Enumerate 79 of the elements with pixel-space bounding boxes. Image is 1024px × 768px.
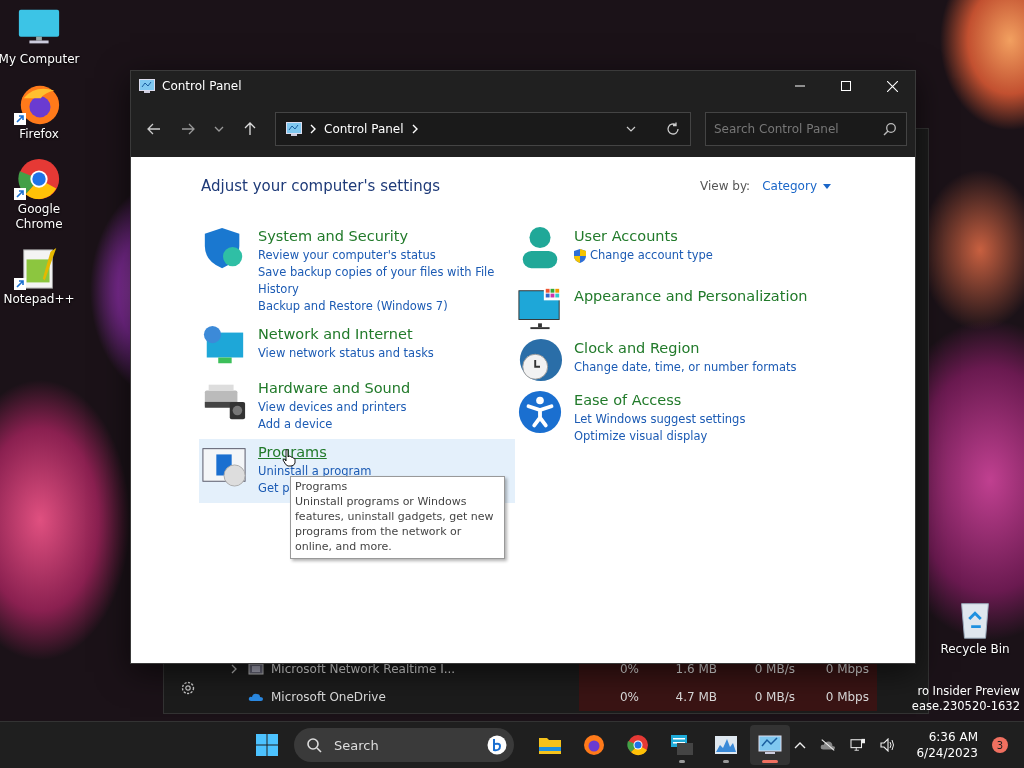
accessibility-figure-icon[interactable]	[517, 389, 563, 435]
task-link[interactable]: Backup and Restore (Windows 7)	[258, 298, 448, 315]
category-link[interactable]: Programs	[258, 441, 372, 463]
task-link[interactable]: Let Windows suggest settings	[574, 411, 746, 428]
breadcrumb-item[interactable]: Control Panel	[324, 122, 404, 136]
category-link[interactable]: Network and Internet	[258, 323, 434, 345]
memory-cell: 4.7 MB	[647, 683, 725, 711]
page-heading: Adjust your computer's settings	[201, 177, 441, 195]
process-name: Microsoft Network Realtime I...	[271, 662, 457, 676]
keyboard-window-icon	[670, 733, 694, 757]
date-text: 6/24/2023	[916, 745, 978, 761]
category-link[interactable]: User Accounts	[574, 225, 713, 247]
chart-window-icon	[714, 733, 738, 757]
search-field[interactable]: Search Control Panel	[705, 112, 907, 146]
network-cell: 0 Mbps	[803, 683, 877, 711]
forward-arrow-icon	[181, 122, 195, 136]
monitor-palette-icon[interactable]	[517, 285, 563, 331]
view-by-label: View by:	[700, 179, 751, 193]
desktop-icon-label[interactable]: Google Chrome	[0, 202, 78, 232]
up-arrow-icon	[243, 122, 257, 136]
control-panel-icon	[286, 122, 302, 136]
tooltip-title: Programs	[295, 479, 349, 494]
time-text: 6:36 AM	[928, 729, 978, 745]
task-link[interactable]: Get p	[258, 480, 290, 497]
view-by-dropdown[interactable]: Category	[762, 179, 831, 193]
control-panel-icon	[758, 733, 782, 757]
desktop-icon-label[interactable]: Firefox	[0, 127, 78, 142]
category-link[interactable]: Hardware and Sound	[258, 377, 411, 399]
maximize-icon	[841, 81, 851, 91]
taskbar-search-field[interactable]: Search	[294, 728, 514, 762]
task-link[interactable]: Add a device	[258, 416, 333, 433]
cpu-cell: 0%	[579, 683, 647, 711]
active-taskbar-app[interactable]	[750, 725, 790, 765]
task-link[interactable]: View devices and printers	[258, 399, 407, 416]
browser-fox-icon	[582, 733, 606, 757]
disk-cell: 0 MB/s	[725, 683, 803, 711]
task-link[interactable]: Review your computer's status	[258, 247, 436, 264]
clock-button[interactable]: 6:36 AM 6/24/2023	[916, 729, 978, 761]
task-link[interactable]: View network status and tasks	[258, 345, 434, 362]
search-icon	[306, 737, 322, 753]
close-icon	[886, 80, 898, 92]
category-link[interactable]: System and Security	[258, 225, 515, 247]
os-watermark-text: ro Insider Preview	[917, 684, 1020, 699]
address-bar[interactable]: Control Panel	[275, 112, 691, 146]
app-window-icon	[248, 661, 264, 677]
search-icon	[883, 122, 897, 136]
chevron-up-icon[interactable]	[794, 741, 807, 749]
category-link[interactable]: Ease of Access	[574, 389, 746, 411]
task-link[interactable]: Optimize visual display	[574, 428, 708, 445]
breadcrumb-chevron-icon[interactable]	[411, 124, 418, 134]
task-link[interactable]: Change date, time, or number formats	[574, 359, 797, 376]
globe-clock-icon[interactable]	[517, 337, 563, 383]
desktop-icon-label[interactable]: Notepad++	[0, 292, 78, 307]
chat-bubble-b-icon[interactable]	[487, 735, 507, 755]
process-name: Microsoft OneDrive	[271, 690, 387, 704]
breadcrumb-chevron-icon	[310, 124, 316, 134]
task-link[interactable]: Change account type	[590, 247, 713, 264]
cloud-off-icon[interactable]	[820, 738, 837, 752]
chevron-down-icon[interactable]	[626, 126, 636, 132]
settings-icon[interactable]	[180, 680, 196, 696]
back-arrow-icon	[147, 122, 161, 136]
network-monitor-icon[interactable]	[850, 738, 867, 752]
browser-ball-icon	[626, 733, 650, 757]
desktop-icon-label[interactable]: Recycle Bin	[933, 642, 1017, 657]
os-watermark-text: ease.230520-1632	[911, 699, 1020, 714]
control-panel-icon	[139, 79, 155, 93]
refresh-icon[interactable]	[666, 122, 680, 136]
window-title: Control Panel	[162, 79, 242, 93]
category-link[interactable]: Clock and Region	[574, 337, 797, 359]
task-link[interactable]: Save backup copies of your files with File History	[258, 264, 515, 298]
dropdown-triangle-icon	[823, 183, 831, 189]
start-button[interactable]	[256, 734, 278, 756]
browser-ball-icon[interactable]	[16, 156, 62, 202]
category-link[interactable]: Appearance and Personalization	[574, 285, 808, 307]
notification-badge[interactable]: 3	[992, 737, 1008, 753]
desktop-icon-label[interactable]: My Computer	[0, 52, 81, 67]
chevron-down-icon	[214, 126, 224, 132]
task-link[interactable]: Uninstall a program	[258, 463, 372, 480]
speaker-icon[interactable]	[880, 738, 897, 752]
